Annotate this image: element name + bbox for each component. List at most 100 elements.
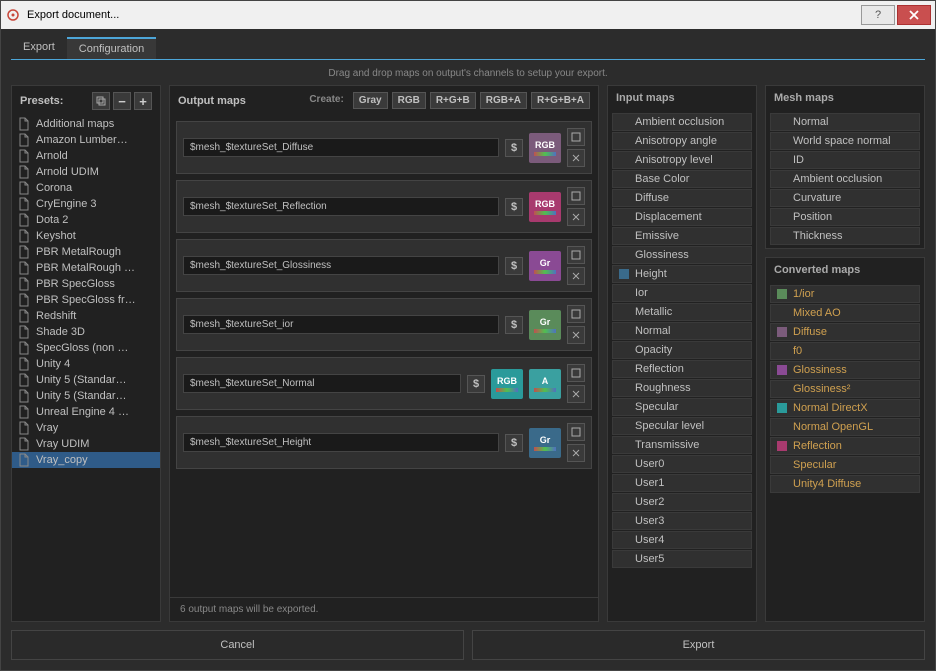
converted-map-item[interactable]: Mixed AO bbox=[770, 304, 920, 322]
input-map-item[interactable]: User4 bbox=[612, 531, 752, 549]
preset-item[interactable]: Unity 4 bbox=[12, 356, 160, 372]
texture-name-input[interactable] bbox=[183, 374, 461, 393]
converted-map-item[interactable]: f0 bbox=[770, 342, 920, 360]
converted-map-item[interactable]: Unity4 Diffuse bbox=[770, 475, 920, 493]
mesh-map-item[interactable]: World space normal bbox=[770, 132, 920, 150]
preset-copy-button[interactable] bbox=[92, 92, 110, 110]
export-button[interactable]: Export bbox=[472, 630, 925, 660]
preset-remove-button[interactable]: − bbox=[113, 92, 131, 110]
channel-chip[interactable]: Gr bbox=[529, 251, 561, 281]
channel-chip[interactable]: A bbox=[529, 369, 561, 399]
input-map-item[interactable]: Transmissive bbox=[612, 436, 752, 454]
input-map-item[interactable]: Opacity bbox=[612, 341, 752, 359]
mesh-map-item[interactable]: Ambient occlusion bbox=[770, 170, 920, 188]
texture-name-input[interactable] bbox=[183, 433, 499, 452]
input-map-item[interactable]: Diffuse bbox=[612, 189, 752, 207]
token-button[interactable]: $ bbox=[505, 434, 523, 452]
row-remove-button[interactable] bbox=[567, 267, 585, 285]
create-rgb -button[interactable]: RGB bbox=[392, 92, 426, 109]
preset-item[interactable]: Unity 5 (Standar… bbox=[12, 388, 160, 404]
input-map-item[interactable]: Glossiness bbox=[612, 246, 752, 264]
input-map-item[interactable]: Specular bbox=[612, 398, 752, 416]
input-map-item[interactable]: Roughness bbox=[612, 379, 752, 397]
preset-item[interactable]: Vray bbox=[12, 420, 160, 436]
converted-map-item[interactable]: 1/ior bbox=[770, 285, 920, 303]
input-map-item[interactable]: Displacement bbox=[612, 208, 752, 226]
input-map-item[interactable]: Normal bbox=[612, 322, 752, 340]
converted-map-item[interactable]: Diffuse bbox=[770, 323, 920, 341]
converted-map-item[interactable]: Specular bbox=[770, 456, 920, 474]
converted-map-item[interactable]: Normal OpenGL bbox=[770, 418, 920, 436]
preset-add-button[interactable]: + bbox=[134, 92, 152, 110]
channel-chip[interactable]: RGB bbox=[529, 192, 561, 222]
input-map-item[interactable]: User5 bbox=[612, 550, 752, 568]
tab-configuration[interactable]: Configuration bbox=[67, 37, 156, 59]
input-map-item[interactable]: Ambient occlusion bbox=[612, 113, 752, 131]
cancel-button[interactable]: Cancel bbox=[11, 630, 464, 660]
row-remove-button[interactable] bbox=[567, 385, 585, 403]
row-option-button[interactable] bbox=[567, 423, 585, 441]
token-button[interactable]: $ bbox=[467, 375, 485, 393]
preset-item[interactable]: Unity 5 (Standar… bbox=[12, 372, 160, 388]
preset-item[interactable]: PBR SpecGloss bbox=[12, 276, 160, 292]
mesh-map-item[interactable]: Normal bbox=[770, 113, 920, 131]
preset-item[interactable]: CryEngine 3 bbox=[12, 196, 160, 212]
texture-name-input[interactable] bbox=[183, 315, 499, 334]
input-map-item[interactable]: Height bbox=[612, 265, 752, 283]
preset-item[interactable]: PBR MetalRough … bbox=[12, 260, 160, 276]
preset-item[interactable]: Corona bbox=[12, 180, 160, 196]
texture-name-input[interactable] bbox=[183, 197, 499, 216]
texture-name-input[interactable] bbox=[183, 138, 499, 157]
preset-item[interactable]: Vray UDIM bbox=[12, 436, 160, 452]
row-option-button[interactable] bbox=[567, 364, 585, 382]
input-map-item[interactable]: Base Color bbox=[612, 170, 752, 188]
input-map-item[interactable]: User0 bbox=[612, 455, 752, 473]
create-rgba -button[interactable]: RGB+A bbox=[480, 92, 527, 109]
row-remove-button[interactable] bbox=[567, 149, 585, 167]
create-rgba -button[interactable]: R+G+B+A bbox=[531, 92, 590, 109]
input-map-item[interactable]: Specular level bbox=[612, 417, 752, 435]
create-rgb -button[interactable]: R+G+B bbox=[430, 92, 476, 109]
texture-name-input[interactable] bbox=[183, 256, 499, 275]
input-map-item[interactable]: Anisotropy level bbox=[612, 151, 752, 169]
mesh-map-item[interactable]: Curvature bbox=[770, 189, 920, 207]
row-option-button[interactable] bbox=[567, 305, 585, 323]
input-map-item[interactable]: User2 bbox=[612, 493, 752, 511]
preset-item[interactable]: Arnold UDIM bbox=[12, 164, 160, 180]
preset-item[interactable]: PBR SpecGloss fr… bbox=[12, 292, 160, 308]
preset-item[interactable]: Amazon Lumber… bbox=[12, 132, 160, 148]
input-map-item[interactable]: Metallic bbox=[612, 303, 752, 321]
row-remove-button[interactable] bbox=[567, 444, 585, 462]
converted-map-item[interactable]: Reflection bbox=[770, 437, 920, 455]
mesh-map-item[interactable]: Thickness bbox=[770, 227, 920, 245]
converted-map-item[interactable]: Glossiness² bbox=[770, 380, 920, 398]
preset-item[interactable]: Arnold bbox=[12, 148, 160, 164]
help-button[interactable]: ? bbox=[861, 5, 895, 25]
converted-map-item[interactable]: Normal DirectX bbox=[770, 399, 920, 417]
tab-export[interactable]: Export bbox=[11, 37, 67, 59]
preset-item[interactable]: Redshift bbox=[12, 308, 160, 324]
channel-chip[interactable]: Gr bbox=[529, 428, 561, 458]
preset-item[interactable]: Vray_copy bbox=[12, 452, 160, 468]
create-gray -button[interactable]: Gray bbox=[353, 92, 388, 109]
preset-item[interactable]: Keyshot bbox=[12, 228, 160, 244]
token-button[interactable]: $ bbox=[505, 198, 523, 216]
input-map-item[interactable]: Reflection bbox=[612, 360, 752, 378]
converted-map-item[interactable]: Glossiness bbox=[770, 361, 920, 379]
preset-item[interactable]: Dota 2 bbox=[12, 212, 160, 228]
channel-chip[interactable]: Gr bbox=[529, 310, 561, 340]
preset-item[interactable]: PBR MetalRough bbox=[12, 244, 160, 260]
input-map-item[interactable]: Anisotropy angle bbox=[612, 132, 752, 150]
input-map-item[interactable]: User1 bbox=[612, 474, 752, 492]
token-button[interactable]: $ bbox=[505, 316, 523, 334]
channel-chip[interactable]: RGB bbox=[491, 369, 523, 399]
row-option-button[interactable] bbox=[567, 246, 585, 264]
input-map-item[interactable]: Emissive bbox=[612, 227, 752, 245]
token-button[interactable]: $ bbox=[505, 139, 523, 157]
preset-item[interactable]: Shade 3D bbox=[12, 324, 160, 340]
row-remove-button[interactable] bbox=[567, 326, 585, 344]
token-button[interactable]: $ bbox=[505, 257, 523, 275]
close-button[interactable] bbox=[897, 5, 931, 25]
input-map-item[interactable]: Ior bbox=[612, 284, 752, 302]
mesh-map-item[interactable]: Position bbox=[770, 208, 920, 226]
